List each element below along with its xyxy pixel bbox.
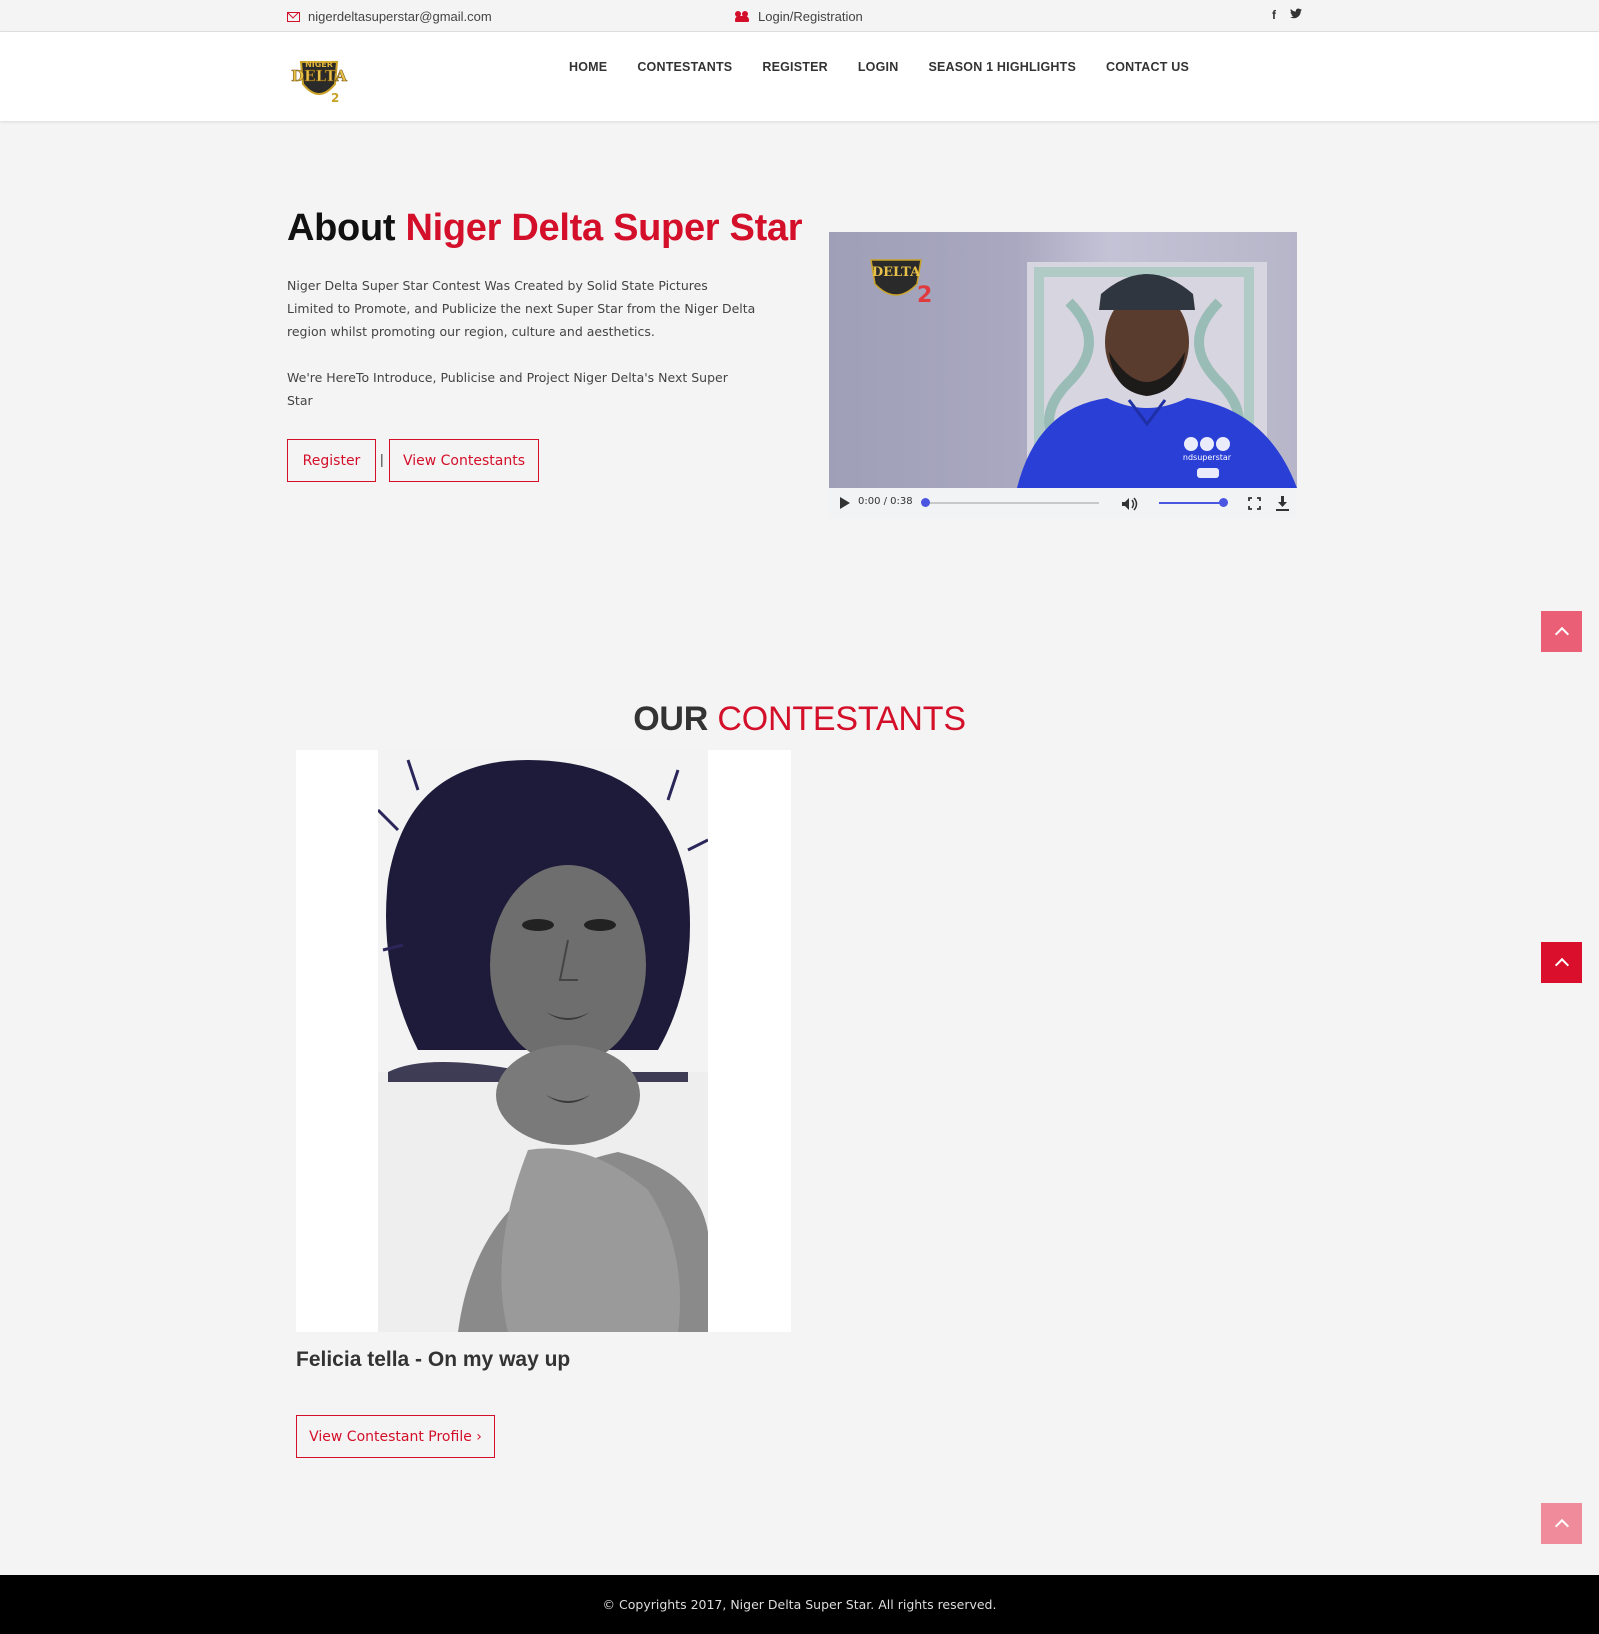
volume-knob[interactable] [1219,498,1228,507]
nav-contact-us[interactable]: CONTACT US [1091,59,1204,75]
users-icon [735,11,750,22]
svg-text:2: 2 [917,283,932,308]
chevron-up-icon [1554,626,1569,641]
about-tagline: We're HereTo Introduce, Publicise and Pr… [287,370,728,408]
twitter-icon[interactable] [1290,8,1302,22]
top-bar: nigerdeltasuperstar@gmail.com Login/Regi… [0,0,1599,32]
view-contestant-profile-button[interactable]: View Contestant Profile › [296,1415,495,1458]
contact-email-text[interactable]: nigerdeltasuperstar@gmail.com [308,9,492,24]
download-icon[interactable] [1276,496,1289,511]
fullscreen-icon[interactable] [1248,497,1261,510]
video-player[interactable]: DELTA 2 ndsuperstar 0:00 / 0:38 [829,232,1297,518]
envelope-icon [287,11,300,22]
nav-home[interactable]: HOME [554,59,622,75]
chevron-up-icon [1554,1518,1569,1533]
chevron-up-icon [1554,957,1569,972]
main-nav: HOME CONTESTANTS REGISTER LOGIN SEASON 1… [554,59,1204,75]
play-icon[interactable] [840,497,850,509]
svg-text:DELTA: DELTA [872,265,921,280]
about-title-prefix: About [287,207,396,249]
site-footer: © Copyrights 2017, Niger Delta Super Sta… [0,1575,1599,1634]
contact-email[interactable]: nigerdeltasuperstar@gmail.com [287,9,492,24]
about-paragraph: Niger Delta Super Star Contest Was Creat… [287,278,756,339]
site-logo[interactable]: NIGER DELTA 2 [287,54,351,108]
login-registration-text[interactable]: Login/Registration [758,9,863,24]
contestant-photo-image [376,750,709,1332]
video-progress-knob[interactable] [921,498,930,507]
nav-register[interactable]: REGISTER [747,59,843,75]
facebook-icon[interactable]: f [1272,8,1276,22]
about-title-highlight: Niger Delta Super Star [405,207,803,249]
volume-slider[interactable] [1159,502,1223,504]
video-handle: ndsuperstar [1183,453,1232,462]
copyright-text: © Copyrights 2017, Niger Delta Super Sta… [602,1597,997,1612]
nav-contestants[interactable]: CONTESTANTS [622,59,747,75]
social-links: f [1272,8,1302,22]
scroll-to-top-button[interactable] [1541,611,1582,652]
video-frame[interactable]: DELTA 2 ndsuperstar [829,232,1297,488]
svg-text:2: 2 [331,91,339,105]
contestants-title-highlight: CONTESTANTS [717,700,966,738]
nav-login[interactable]: LOGIN [843,59,914,75]
view-contestants-button[interactable]: View Contestants [389,439,539,482]
contestant-photo[interactable] [296,750,791,1332]
register-button[interactable]: Register [287,439,376,482]
login-registration-link[interactable]: Login/Registration [735,9,863,24]
contestants-title-prefix: OUR [633,700,709,738]
volume-icon[interactable] [1121,497,1139,511]
video-controls: 0:00 / 0:38 [829,488,1297,518]
nav-season-1-highlights[interactable]: SEASON 1 HIGHLIGHTS [913,59,1091,75]
scroll-to-top-button[interactable] [1541,942,1582,983]
contestant-title: Felicia tella - On my way up [296,1348,571,1371]
button-separator: | [380,451,384,467]
svg-text:DELTA: DELTA [291,67,347,85]
scroll-to-top-button[interactable] [1541,1503,1582,1544]
video-time: 0:00 / 0:38 [858,496,913,507]
video-logo: DELTA 2 [870,259,932,308]
site-header: NIGER DELTA 2 HOME CONTESTANTS REGISTER … [0,32,1599,121]
video-progress-bar[interactable] [923,502,1099,504]
contestants-section-title: OUR CONTESTANTS [0,700,1599,739]
about-title: About Niger Delta Super Star [287,207,803,250]
